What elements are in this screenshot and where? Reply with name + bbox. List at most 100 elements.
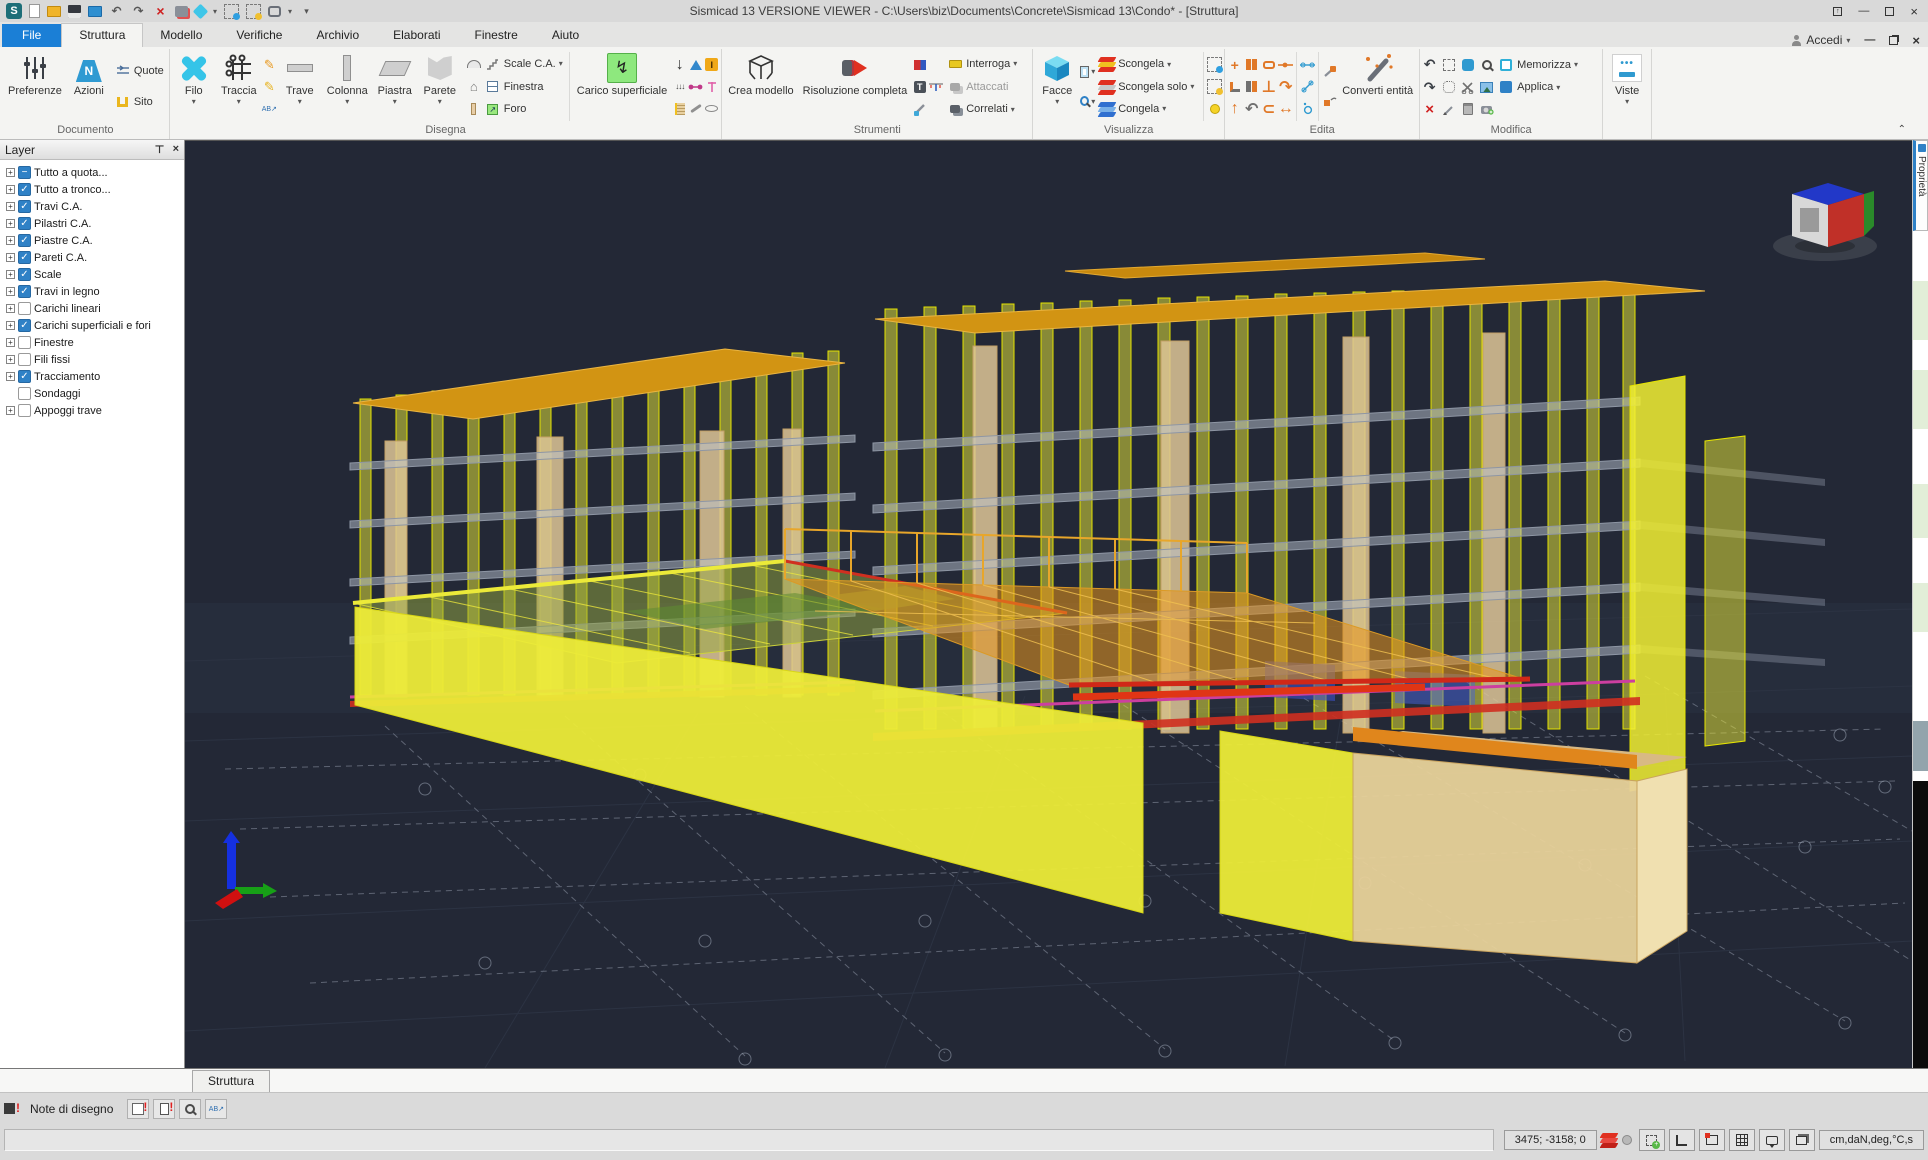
piastra-button[interactable]: Piastra▾ [373,49,417,124]
layers-status-icon[interactable] [1601,1133,1616,1148]
flatten-icon[interactable]: ⊥ [1261,79,1276,94]
bulb-status-icon[interactable] [1620,1133,1635,1148]
applica-button[interactable]: Applica▾ [1498,79,1560,95]
grid-toggle[interactable] [1729,1129,1755,1151]
link-nodes-icon[interactable] [688,79,703,94]
point-load-icon[interactable]: ↓ [672,57,687,72]
brush-icon[interactable] [912,101,927,116]
scissors-icon[interactable] [1460,80,1475,95]
layer-item[interactable]: +✓Pareti C.A. [2,249,184,266]
risoluzione-completa-button[interactable]: Risoluzione completa [799,49,912,124]
split-node-icon[interactable] [1300,57,1315,72]
parete-button[interactable]: Parete▾ [418,49,462,124]
isometric-view-icon[interactable] [193,3,209,19]
tab-modello[interactable]: Modello [143,24,219,47]
traccia-button[interactable]: Traccia▾ [217,49,261,124]
congela-button[interactable]: Congela▾ [1096,101,1200,117]
contain-icon[interactable]: ⊂ [1261,101,1276,116]
lightbulb-icon[interactable] [1207,101,1222,116]
pin-icon[interactable]: ⊤ [155,143,165,156]
tab-finestre[interactable]: Finestre [458,24,535,47]
layer-item[interactable]: +✓Tracciamento [2,368,184,385]
redo-icon[interactable]: ↷ [131,4,146,19]
new-file-icon[interactable] [29,4,40,18]
layer-item[interactable]: +✓Tutto a tronco... [2,181,184,198]
command-input[interactable] [4,1129,1494,1151]
properties-tab[interactable]: Proprietà [1913,140,1928,231]
spin-icon[interactable]: ↶ [1244,101,1259,116]
image-icon[interactable] [1479,80,1494,95]
foro-button[interactable]: ↗ Foro [463,100,566,118]
camera-add-icon[interactable] [1479,102,1494,117]
layer-item[interactable]: ✓Sondaggi [2,385,184,402]
viste-button[interactable]: ••• Viste▾ [1605,49,1649,124]
join-icon[interactable] [1278,57,1293,72]
rotate-icon[interactable]: ↷ [1278,79,1293,94]
zoom-tool-icon[interactable]: ▾ [1080,94,1095,109]
close-button[interactable]: × [1910,6,1918,17]
redo-edit-icon[interactable]: ↷ [1422,80,1437,95]
scongela-solo-button[interactable]: Scongela solo▾ [1096,79,1200,95]
finestra-button[interactable]: ⌂ Finestra [463,78,566,96]
crea-modello-button[interactable]: Crea modello [724,49,797,124]
stretch-icon[interactable]: ↔ [1278,101,1293,116]
print-preview-icon[interactable] [175,6,188,17]
tab-struttura[interactable]: Struttura [61,23,143,47]
support-icon[interactable]: I [704,57,719,72]
hide-selection-icon[interactable] [1207,79,1222,94]
tab-elaborati[interactable]: Elaborati [376,24,457,47]
view-cube-icon[interactable]: ▾ [1080,64,1095,79]
ellipse-icon[interactable] [704,101,719,116]
delete-edit-icon[interactable]: × [1422,102,1437,117]
text-style-icon[interactable]: T [912,79,927,94]
memorizza-button[interactable]: Memorizza▾ [1498,57,1578,73]
layer-item[interactable]: +−Tutto a quota... [2,164,184,181]
restore-button[interactable] [1885,7,1894,16]
window-view-icon[interactable] [268,6,281,17]
flag-check-icon[interactable] [912,57,927,72]
undo-edit-icon[interactable]: ↶ [1422,57,1437,72]
undo-icon[interactable]: ↶ [109,4,124,19]
float-window-button[interactable]: ↑ [1833,7,1842,16]
tooltip-toggle[interactable] [1759,1129,1785,1151]
layer-item[interactable]: +✓Travi C.A. [2,198,184,215]
offset-icon[interactable] [1261,57,1276,72]
customize-toolbar-icon[interactable]: ▾ [299,4,314,19]
interroga-button[interactable]: Interroga▾ [944,55,1030,73]
facce-button[interactable]: Facce▾ [1035,49,1079,124]
line-load-icon[interactable]: ↓↓↓ [672,79,687,94]
open-folder-icon[interactable] [47,6,61,17]
layer-item[interactable]: +✓Scale [2,266,184,283]
drop-node-icon[interactable] [1300,101,1315,116]
scale-ca-button[interactable]: Scale C.A.▾ [463,55,566,73]
account-button[interactable]: Accedi ▾ [1791,33,1850,47]
add-to-selection-toggle[interactable]: + [1639,1129,1665,1151]
save-icon[interactable] [68,5,81,18]
colonna-button[interactable]: Colonna▾ [323,49,372,124]
isometric-view-caret[interactable]: ▾ [213,7,217,16]
filo-button[interactable]: Filo▾ [172,49,216,124]
open-blue-folder-icon[interactable] [88,6,102,17]
tab-aiuto[interactable]: Aiuto [535,24,596,47]
draw-pencil-icon[interactable]: ✎ [262,57,277,72]
edit-pencil-icon[interactable]: ✎ [262,79,277,94]
selection-show-icon[interactable] [224,4,239,19]
sweep-icon[interactable] [1322,64,1337,79]
corner-icon[interactable] [1227,79,1242,94]
zoom-note-icon[interactable] [179,1099,201,1119]
preferenze-button[interactable]: Preferenze [4,49,66,124]
document-tab-struttura[interactable]: Struttura [192,1070,270,1092]
attaccati-button[interactable]: Attaccati [944,78,1030,96]
select-window-icon[interactable] [1441,57,1456,72]
snap-toggle[interactable] [1699,1129,1725,1151]
layer-item[interactable]: +✓Travi in legno [2,283,184,300]
tab-verifiche[interactable]: Verifiche [219,24,299,47]
layer-item[interactable]: +✓Carichi superficiali e fori [2,317,184,334]
layer-item[interactable]: +✓Fili fissi [2,351,184,368]
ortho-toggle[interactable] [1669,1129,1695,1151]
select-fence-icon[interactable] [1441,80,1456,95]
layer-item[interactable]: +✓Finestre [2,334,184,351]
cone-constraint-icon[interactable] [688,57,703,72]
sheet-warning-icon[interactable]: ! [153,1099,175,1119]
minimize-button[interactable]: — [1858,6,1869,17]
